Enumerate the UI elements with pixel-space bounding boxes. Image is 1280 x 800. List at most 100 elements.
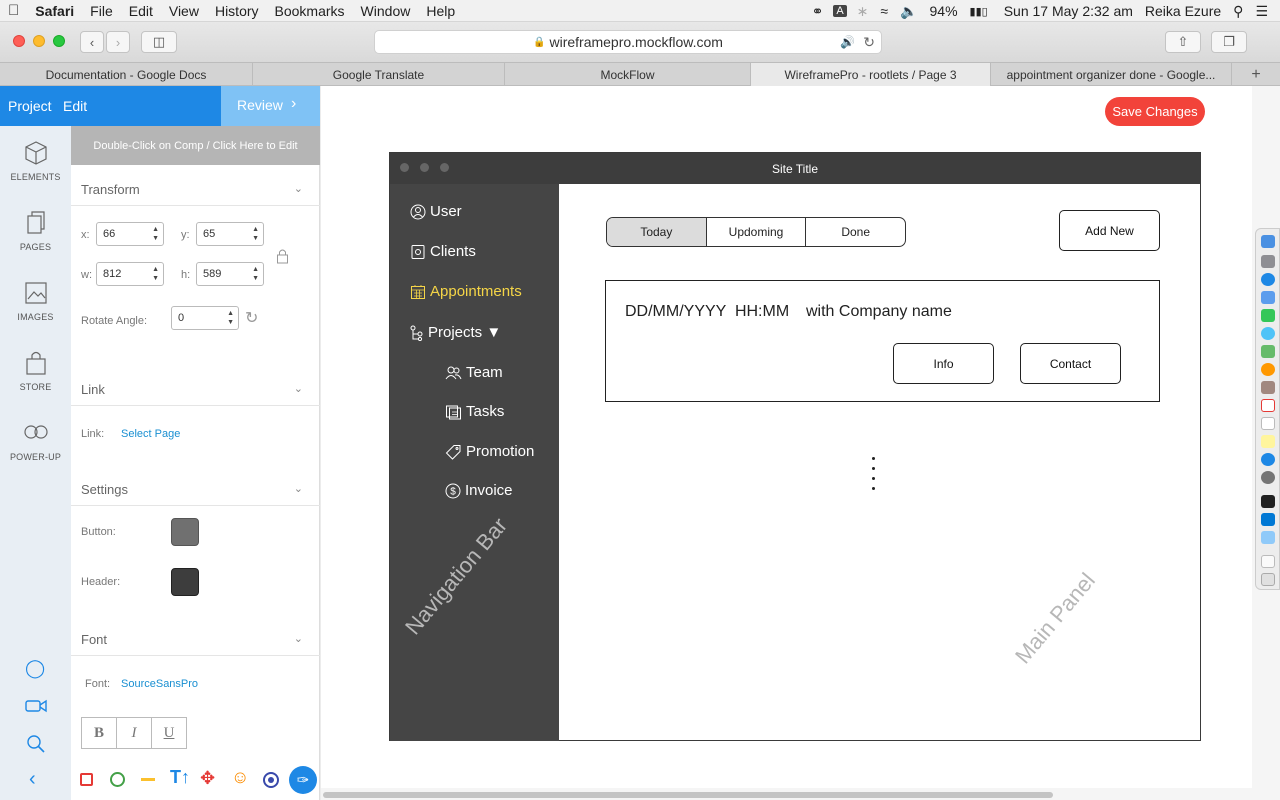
y-input[interactable]: 65 ▲ ▼ xyxy=(196,222,264,246)
tab-upcoming[interactable]: Updoming xyxy=(707,218,807,246)
settings-section-header[interactable]: Settings ⌄ xyxy=(81,482,309,497)
stepper-arrows-icon[interactable]: ▲ ▼ xyxy=(152,265,159,283)
font-section-header[interactable]: Font ⌄ xyxy=(81,632,309,647)
new-tab-button[interactable]: + xyxy=(1232,63,1280,86)
review-button[interactable]: Review › xyxy=(221,86,320,126)
battery-percent[interactable]: 94% xyxy=(924,3,964,19)
rail-pages[interactable]: PAGES xyxy=(0,210,71,252)
contact-button[interactable]: Contact xyxy=(1020,343,1121,384)
edit-menu[interactable]: Edit xyxy=(63,98,87,114)
tab-today[interactable]: Today xyxy=(607,218,707,246)
mail-dock-icon[interactable] xyxy=(1261,291,1275,304)
reminders-dock-icon[interactable] xyxy=(1261,417,1275,430)
tab-google-translate[interactable]: Google Translate xyxy=(253,63,505,86)
zoom-search-icon[interactable] xyxy=(26,734,46,757)
safari-dock-icon[interactable] xyxy=(1261,273,1275,286)
audio-playing-icon[interactable]: 🔊 xyxy=(840,35,855,49)
select-page-link[interactable]: Select Page xyxy=(121,428,180,440)
maps-dock-icon[interactable] xyxy=(1261,345,1275,358)
nav-invoice[interactable]: $ Invoice xyxy=(445,482,513,499)
trash-dock-icon[interactable] xyxy=(1261,573,1275,586)
comment-icon[interactable]: ◯ xyxy=(25,658,45,679)
notes-dock-icon[interactable] xyxy=(1261,435,1275,448)
sidebar-toggle-button[interactable]: ◫ xyxy=(141,31,177,53)
lock-ratio-icon[interactable] xyxy=(276,248,289,267)
wifi-icon[interactable]: ≈ xyxy=(874,3,894,19)
share-button[interactable]: ⇧ xyxy=(1165,31,1201,53)
tab-appointment-organizer[interactable]: appointment organizer done - Google... xyxy=(991,63,1232,86)
header-color-swatch[interactable] xyxy=(171,568,199,596)
tab-google-docs[interactable]: Documentation - Google Docs xyxy=(0,63,253,86)
menu-bookmarks[interactable]: Bookmarks xyxy=(267,3,353,19)
bold-button[interactable]: B xyxy=(82,718,117,748)
menu-history[interactable]: History xyxy=(207,3,267,19)
rail-powerup[interactable]: POWER-UP xyxy=(0,420,71,462)
brush-tool-icon[interactable]: ✑ xyxy=(289,766,317,794)
text-tool-icon[interactable]: T↑ xyxy=(170,767,190,788)
zoom-window-button[interactable] xyxy=(53,35,65,47)
documents-dock-icon[interactable] xyxy=(1261,555,1275,568)
collapse-panel-icon[interactable]: ‹ xyxy=(29,768,36,791)
creative-cloud-icon[interactable]: ⚭ xyxy=(806,3,830,20)
save-changes-button[interactable]: Save Changes xyxy=(1105,97,1205,126)
messages-dock-icon[interactable] xyxy=(1261,327,1275,340)
spotlight-icon[interactable]: ⚲ xyxy=(1227,3,1249,20)
appointment-card[interactable]: DD/MM/YYYY HH:MM with Company name Info … xyxy=(605,280,1160,402)
nav-clients[interactable]: Clients xyxy=(410,243,476,260)
circle-tool-icon[interactable] xyxy=(110,772,125,787)
photos-dock-icon[interactable] xyxy=(1261,363,1275,376)
contacts-dock-icon[interactable] xyxy=(1261,381,1275,394)
stepper-arrows-icon[interactable]: ▲ ▼ xyxy=(227,309,234,327)
menu-file[interactable]: File xyxy=(82,3,121,19)
target-tool-icon[interactable] xyxy=(263,772,279,788)
nav-user[interactable]: User xyxy=(410,203,462,220)
button-color-swatch[interactable] xyxy=(171,518,199,546)
bluetooth-icon[interactable]: ∗ xyxy=(851,3,875,20)
menu-clock[interactable]: Sun 17 May 2:32 am xyxy=(998,3,1139,19)
battery-icon[interactable]: ▮▮▯ xyxy=(964,5,994,18)
minimize-window-button[interactable] xyxy=(33,35,45,47)
line-tool-icon[interactable] xyxy=(141,778,155,781)
address-bar[interactable]: 🔒 wireframepro.mockflow.com 🔊 ↻ xyxy=(374,30,882,54)
rail-store[interactable]: STORE xyxy=(0,350,71,392)
tab-overview-button[interactable]: ❐ xyxy=(1211,31,1247,53)
menu-edit[interactable]: Edit xyxy=(121,3,161,19)
rail-images[interactable]: IMAGES xyxy=(0,280,71,322)
add-new-button[interactable]: Add New xyxy=(1059,210,1160,251)
menu-app-name[interactable]: Safari xyxy=(27,3,82,19)
volume-icon[interactable]: 🔈 xyxy=(894,3,923,20)
close-window-button[interactable] xyxy=(13,35,25,47)
link-section-header[interactable]: Link ⌄ xyxy=(81,382,309,397)
tab-wireframepro[interactable]: WireframePro - rootlets / Page 3 xyxy=(751,63,991,86)
rectangle-tool-icon[interactable] xyxy=(80,773,93,786)
nav-team[interactable]: Team xyxy=(445,364,503,381)
nav-projects[interactable]: Projects ▼ xyxy=(410,324,501,341)
project-menu[interactable]: Project xyxy=(8,98,52,114)
wireframe-browser-frame[interactable]: Site Title User Clients Appointments Pro… xyxy=(389,152,1201,741)
stepper-arrows-icon[interactable]: ▲ ▼ xyxy=(152,225,159,243)
w-input[interactable]: 812 ▲ ▼ xyxy=(96,262,164,286)
stepper-arrows-icon[interactable]: ▲ ▼ xyxy=(252,265,259,283)
input-source-icon[interactable]: A xyxy=(833,5,847,17)
apple-icon[interactable]:  xyxy=(0,2,27,19)
move-tool-icon[interactable]: ✥ xyxy=(200,768,215,789)
settings-dock-icon[interactable] xyxy=(1261,471,1275,484)
transform-section-header[interactable]: Transform ⌄ xyxy=(81,182,309,197)
h-input[interactable]: 589 ▲ ▼ xyxy=(196,262,264,286)
terminal-dock-icon[interactable] xyxy=(1261,495,1275,508)
reset-rotation-icon[interactable]: ↻ xyxy=(245,308,258,328)
scrollbar-thumb[interactable] xyxy=(323,792,1053,798)
x-input[interactable]: 66 ▲ ▼ xyxy=(96,222,164,246)
font-family-link[interactable]: SourceSansPro xyxy=(121,678,198,690)
calendar-dock-icon[interactable] xyxy=(1261,399,1275,412)
back-button[interactable]: ‹ xyxy=(80,31,104,53)
finder-dock-icon[interactable] xyxy=(1261,235,1275,248)
nav-promotion[interactable]: Promotion xyxy=(445,443,534,460)
video-icon[interactable] xyxy=(25,698,47,717)
rail-elements[interactable]: ELEMENTS xyxy=(0,140,71,182)
facetime-dock-icon[interactable] xyxy=(1261,309,1275,322)
appstore-dock-icon[interactable] xyxy=(1261,453,1275,466)
menu-window[interactable]: Window xyxy=(353,3,419,19)
menu-view[interactable]: View xyxy=(161,3,207,19)
nav-tasks[interactable]: Tasks xyxy=(445,403,504,420)
